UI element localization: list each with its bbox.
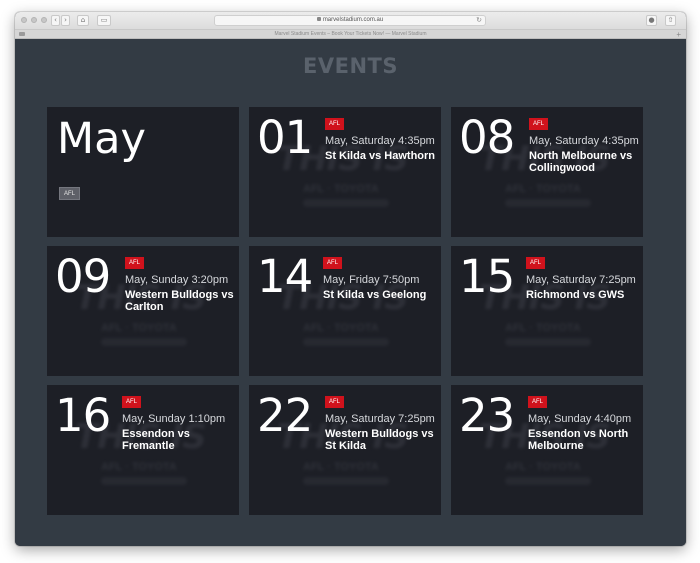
event-datetime: May, Saturday 4:35pm xyxy=(325,135,435,147)
event-card[interactable]: THIS IS AFL · TOYOTA 15 AFL May, Saturday… xyxy=(451,246,643,376)
page-content: EVENTS May AFL THIS IS AFL · TOYOTA 01 AF… xyxy=(15,39,686,546)
event-badge: AFL xyxy=(122,396,142,408)
address-bar[interactable]: marvelstadium.com.au ↻ xyxy=(214,15,486,26)
event-card[interactable]: THIS IS AFL · TOYOTA 16 AFL May, Sunday 1… xyxy=(47,385,239,515)
event-day: 09 xyxy=(55,250,111,303)
window-controls xyxy=(21,17,47,23)
downloads-button[interactable]: ● xyxy=(646,15,657,26)
lock-icon xyxy=(316,17,321,22)
forward-button[interactable]: › xyxy=(61,15,70,26)
browser-toolbar: ‹ › ⌂ ▭ marvelstadium.com.au ↻ ● ⇧ xyxy=(15,12,686,29)
reload-icon[interactable]: ↻ xyxy=(476,16,482,25)
event-card[interactable]: THIS IS AFL · TOYOTA 01 AFL May, Saturday… xyxy=(249,107,441,237)
zoom-window-button[interactable] xyxy=(41,17,47,23)
event-datetime: May, Saturday 7:25pm xyxy=(325,413,435,425)
event-title[interactable]: North Melbourne vs Collingwood xyxy=(529,150,643,174)
event-title[interactable]: Essendon vs North Melbourne xyxy=(528,428,643,452)
event-card[interactable]: THIS IS AFL · TOYOTA 14 AFL May, Friday 7… xyxy=(249,246,441,376)
event-day: 14 xyxy=(257,250,313,303)
tab-active[interactable]: Marvel Stadium Events – Book Your Ticket… xyxy=(15,30,686,39)
tab-bar: Marvel Stadium Events – Book Your Ticket… xyxy=(15,29,686,39)
event-datetime: May, Sunday 4:40pm xyxy=(528,413,632,425)
event-day: 15 xyxy=(459,250,515,303)
event-title[interactable]: Western Bulldogs vs Carlton xyxy=(125,289,239,313)
new-tab-icon[interactable]: + xyxy=(676,30,681,39)
sidebar-icon: ▭ xyxy=(100,16,108,24)
page-title: EVENTS xyxy=(303,54,398,78)
event-datetime: May, Saturday 4:35pm xyxy=(529,135,639,147)
minimize-window-button[interactable] xyxy=(31,17,37,23)
share-icon: ⇧ xyxy=(667,16,674,24)
event-day: 01 xyxy=(257,111,313,164)
event-badge: AFL xyxy=(529,118,549,130)
share-button[interactable]: ⇧ xyxy=(665,15,676,26)
event-day: 16 xyxy=(55,389,111,442)
event-title[interactable]: Richmond vs GWS xyxy=(526,289,643,301)
event-card[interactable]: THIS IS AFL · TOYOTA 22 AFL May, Saturday… xyxy=(249,385,441,515)
sidebar-button[interactable]: ▭ xyxy=(97,15,111,26)
category-filter-badge[interactable]: AFL xyxy=(59,187,81,200)
chevron-right-icon: › xyxy=(64,16,67,24)
month-label: May xyxy=(57,114,146,164)
event-datetime: May, Friday 7:50pm xyxy=(323,274,420,286)
close-window-button[interactable] xyxy=(21,17,27,23)
event-badge: AFL xyxy=(325,396,345,408)
event-title[interactable]: Western Bulldogs vs St Kilda xyxy=(325,428,441,452)
address-url: marvelstadium.com.au xyxy=(322,17,384,23)
event-day: 08 xyxy=(459,111,515,164)
event-badge: AFL xyxy=(125,257,145,269)
back-button[interactable]: ‹ xyxy=(51,15,60,26)
event-badge: AFL xyxy=(325,118,345,130)
download-icon: ● xyxy=(648,16,655,24)
event-card[interactable]: THIS IS AFL · TOYOTA 23 AFL May, Sunday 4… xyxy=(451,385,643,515)
home-button[interactable]: ⌂ xyxy=(77,15,89,26)
event-badge: AFL xyxy=(526,257,546,269)
event-title[interactable]: St Kilda vs Geelong xyxy=(323,289,441,301)
browser-window: ‹ › ⌂ ▭ marvelstadium.com.au ↻ ● ⇧ Marve… xyxy=(15,12,686,546)
event-badge: AFL xyxy=(528,396,548,408)
event-badge: AFL xyxy=(323,257,343,269)
chevron-left-icon: ‹ xyxy=(54,16,57,24)
event-title[interactable]: St Kilda vs Hawthorn xyxy=(325,150,441,162)
event-title[interactable]: Essendon vs Fremantle xyxy=(122,428,239,452)
event-day: 22 xyxy=(257,389,313,442)
event-card[interactable]: THIS IS AFL · TOYOTA 09 AFL May, Sunday 3… xyxy=(47,246,239,376)
home-icon: ⌂ xyxy=(80,16,86,24)
event-card[interactable]: THIS IS AFL · TOYOTA 08 AFL May, Saturday… xyxy=(451,107,643,237)
event-datetime: May, Sunday 1:10pm xyxy=(122,413,226,425)
month-card: May AFL xyxy=(47,107,239,237)
event-datetime: May, Sunday 3:20pm xyxy=(125,274,229,286)
event-day: 23 xyxy=(459,389,515,442)
event-datetime: May, Saturday 7:25pm xyxy=(526,274,636,286)
